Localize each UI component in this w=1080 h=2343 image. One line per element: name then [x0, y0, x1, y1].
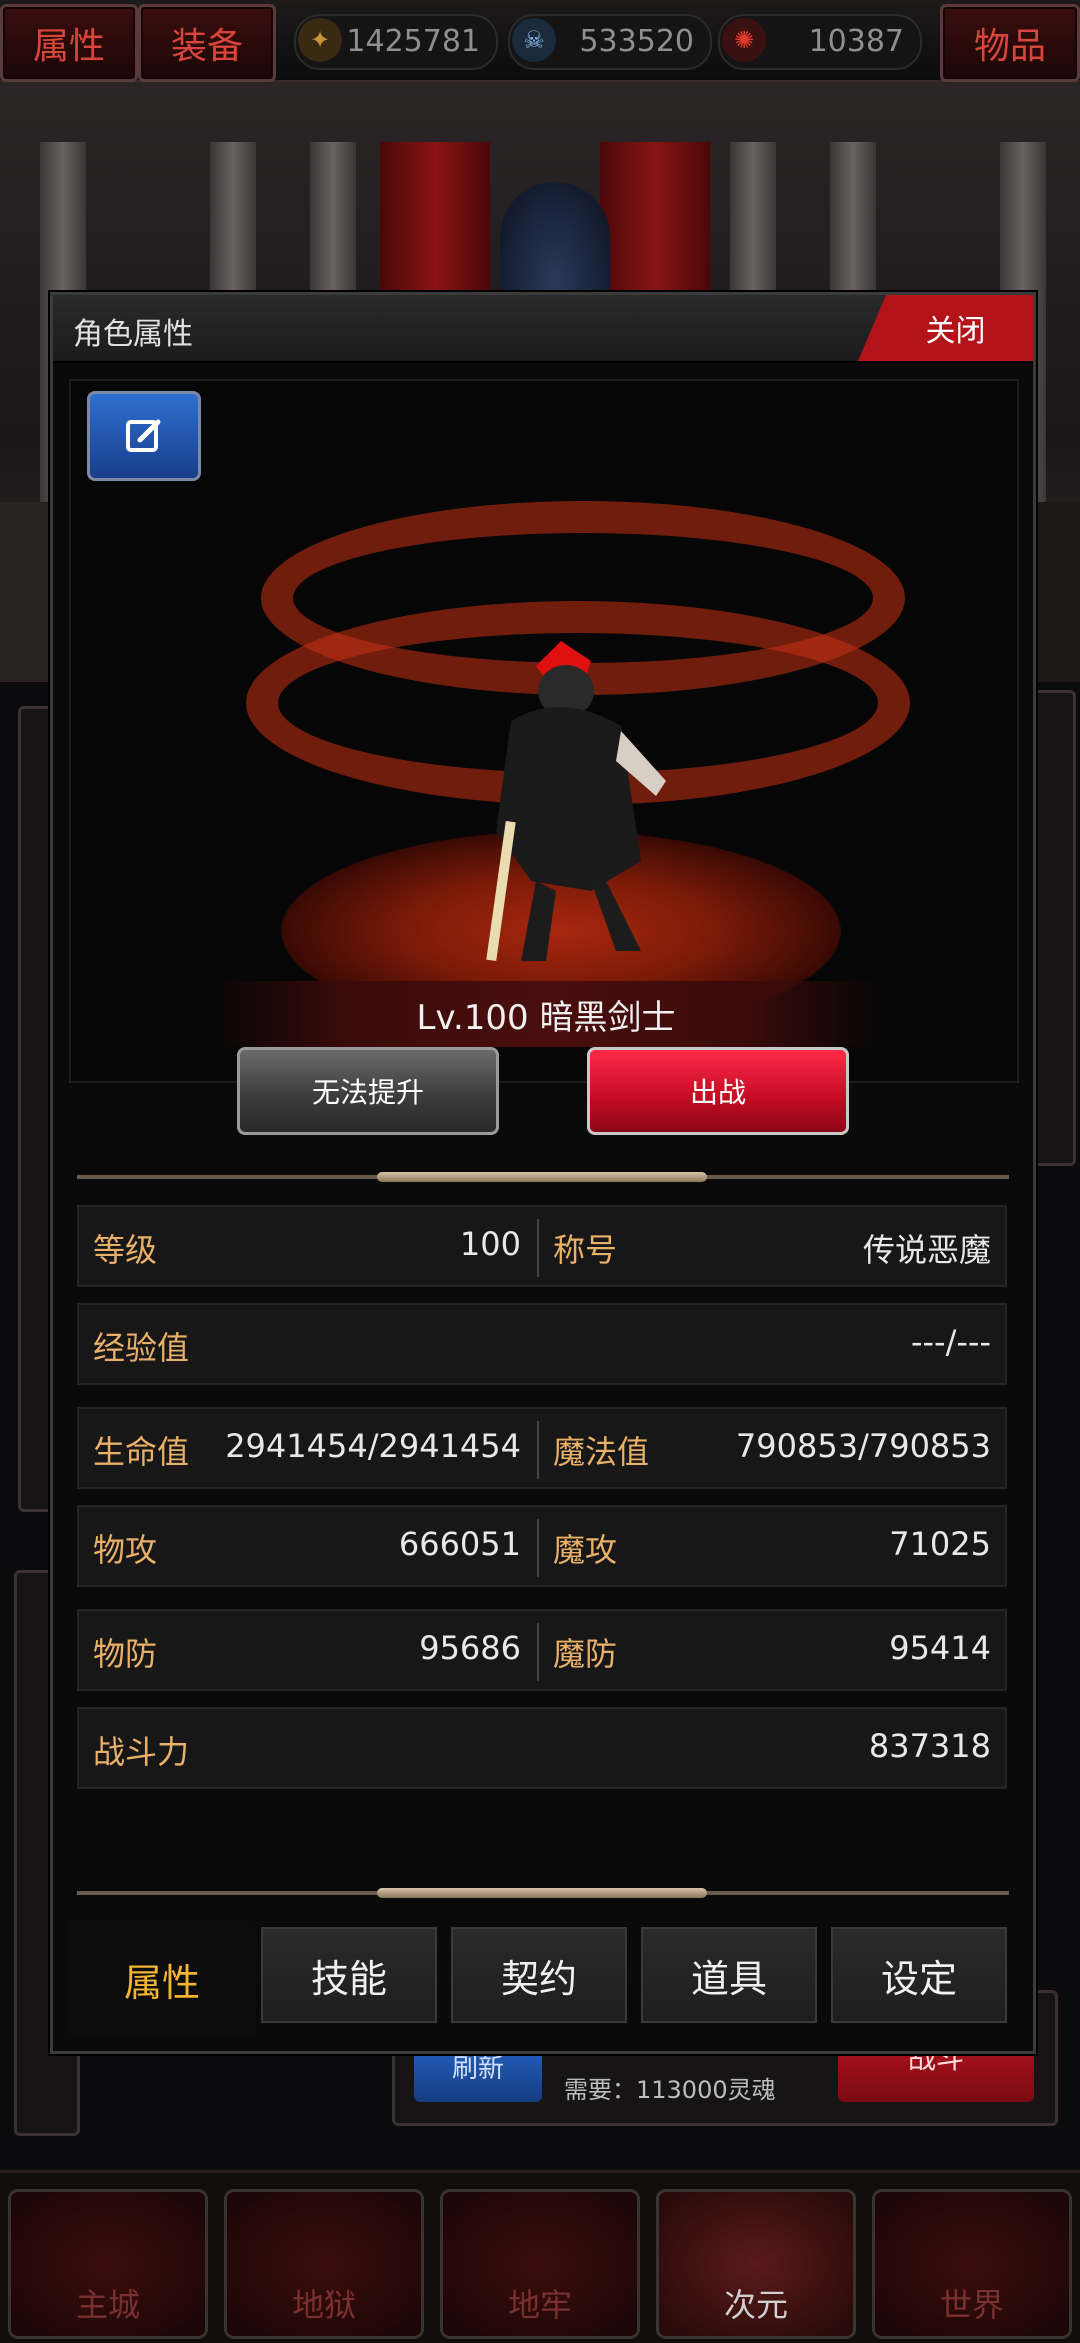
- items-tab-button[interactable]: 物品: [940, 4, 1080, 82]
- refresh-cost-text: 需要：113000灵魂: [564, 2076, 776, 2104]
- tab-items[interactable]: 道具: [641, 1927, 817, 2023]
- compass-coin-icon: ✦: [298, 18, 342, 62]
- character-attributes-dialog: 角色属性 关闭 Lv.100 暗黑剑士 无法提升 出战 等级 100 称号 传说…: [50, 292, 1036, 2054]
- section-divider: [77, 1888, 1009, 1898]
- character-name-level: Lv.100 暗黑剑士: [211, 981, 881, 1047]
- attributes-tab-button[interactable]: 属性: [0, 4, 138, 82]
- nav-main-city[interactable]: 主城: [8, 2189, 208, 2339]
- exp-label: 经验值: [93, 1329, 190, 1367]
- blue-skull-icon: ☠: [512, 18, 556, 62]
- bottom-navigation: 主城 地狱 地牢 次元 世界: [0, 2170, 1080, 2343]
- tab-attributes[interactable]: 属性: [69, 1921, 255, 2037]
- edit-button[interactable]: [87, 391, 201, 481]
- physical-attack-label: 物攻: [93, 1531, 158, 1569]
- soul-resource: ☠ 533520: [508, 14, 712, 70]
- stat-row-attack: 物攻 666051 魔攻 71025: [77, 1505, 1007, 1587]
- magic-defense-value: 95414: [889, 1629, 991, 1667]
- top-bar: 属性 装备 ✦ 1425781 ☠ 533520 ✺ 10387 物品: [0, 0, 1080, 82]
- character-portrait-area: Lv.100 暗黑剑士: [69, 379, 1019, 1083]
- tab-settings[interactable]: 设定: [831, 1927, 1007, 2023]
- gem-resource: ✺ 10387: [718, 14, 922, 70]
- deploy-button[interactable]: 出战: [587, 1047, 849, 1135]
- exp-value: ---/---: [910, 1323, 991, 1361]
- nav-dungeon[interactable]: 地牢: [440, 2189, 640, 2339]
- dialog-header: 角色属性 关闭: [53, 295, 1033, 363]
- nav-world[interactable]: 世界: [872, 2189, 1072, 2339]
- red-swirl-icon: ✺: [722, 18, 766, 62]
- hp-value: 2941454/2941454: [225, 1427, 521, 1465]
- section-divider: [77, 1172, 1009, 1182]
- combat-power-value: 837318: [868, 1727, 991, 1765]
- tab-skills[interactable]: 技能: [261, 1927, 437, 2023]
- hp-label: 生命值: [93, 1433, 190, 1471]
- mp-label: 魔法值: [553, 1433, 650, 1471]
- nav-hell[interactable]: 地狱: [224, 2189, 424, 2339]
- gold-resource: ✦ 1425781: [294, 14, 498, 70]
- physical-attack-value: 666051: [398, 1525, 521, 1563]
- dark-swordsman-sprite: [486, 641, 666, 962]
- tab-contract[interactable]: 契约: [451, 1927, 627, 2023]
- magic-attack-label: 魔攻: [553, 1531, 618, 1569]
- dialog-title: 角色属性: [73, 317, 193, 352]
- level-value: 100: [459, 1225, 521, 1263]
- combat-power-label: 战斗力: [93, 1733, 190, 1771]
- stat-row-hp-mp: 生命值 2941454/2941454 魔法值 790853/790853: [77, 1407, 1007, 1489]
- level-label: 等级: [93, 1231, 158, 1269]
- magic-attack-value: 71025: [889, 1525, 991, 1563]
- stat-row-power: 战斗力 837318: [77, 1707, 1007, 1789]
- dialog-tab-bar: 属性 技能 契约 道具 设定: [69, 1921, 1019, 2037]
- title-label: 称号: [553, 1231, 618, 1269]
- soul-value: 533520: [579, 24, 694, 59]
- nav-dimension[interactable]: 次元: [656, 2189, 856, 2339]
- equipment-tab-button[interactable]: 装备: [138, 4, 276, 82]
- gold-value: 1425781: [346, 24, 480, 59]
- title-value: 传说恶魔: [862, 1231, 991, 1269]
- stat-row-level-title: 等级 100 称号 传说恶魔: [77, 1205, 1007, 1287]
- upgrade-button-disabled[interactable]: 无法提升: [237, 1047, 499, 1135]
- edit-icon: [126, 419, 161, 452]
- close-button[interactable]: 关闭: [858, 295, 1033, 361]
- stat-row-defense: 物防 95686 魔防 95414: [77, 1609, 1007, 1691]
- stat-row-exp: 经验值 ---/---: [77, 1303, 1007, 1385]
- physical-defense-value: 95686: [419, 1629, 521, 1667]
- mp-value: 790853/790853: [735, 1427, 991, 1465]
- physical-defense-label: 物防: [93, 1635, 158, 1673]
- magic-defense-label: 魔防: [553, 1635, 618, 1673]
- gem-value: 10387: [808, 24, 904, 59]
